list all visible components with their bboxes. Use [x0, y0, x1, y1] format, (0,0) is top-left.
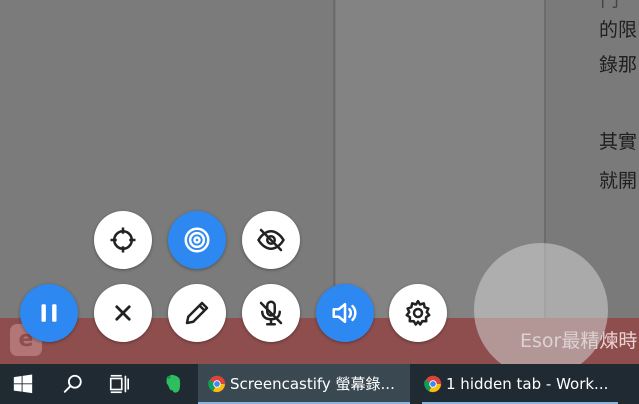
article-text-line: 其實 — [599, 131, 638, 153]
settings-button[interactable] — [389, 284, 447, 342]
article-text-partial: 冂 — [600, 0, 620, 11]
eye-off-icon — [257, 228, 285, 252]
article-text-line: 的限 — [599, 19, 638, 41]
taskbar-item-screencastify[interactable]: Screencastify 螢幕錄... — [198, 364, 410, 404]
highlight-clicks-button[interactable] — [168, 211, 226, 269]
crosshair-icon — [110, 227, 136, 253]
chrome-icon — [424, 375, 442, 393]
column-divider — [333, 0, 335, 318]
windows-start-icon — [13, 374, 33, 394]
spotlight-button[interactable] — [94, 211, 152, 269]
task-view-icon — [109, 374, 129, 394]
taskbar-search-button[interactable] — [50, 364, 96, 404]
microphone-toggle-button[interactable] — [242, 284, 300, 342]
taskbar-item-label: 1 hidden tab - Work... — [446, 375, 609, 393]
taskbar-item-workona[interactable]: 1 hidden tab - Work... — [414, 364, 626, 404]
cursor-highlight-circle — [474, 243, 608, 377]
volume-icon — [332, 303, 357, 323]
article-text-line: 就開 — [599, 170, 638, 192]
content-panel-left — [0, 0, 333, 318]
mic-off-icon — [259, 300, 283, 326]
evernote-icon — [166, 374, 181, 393]
draw-button[interactable] — [168, 284, 226, 342]
tab-audio-button[interactable] — [316, 284, 374, 342]
article-text-line: 錄那 — [599, 54, 638, 76]
search-icon — [63, 374, 82, 393]
pencil-icon — [185, 301, 209, 325]
cancel-recording-button[interactable] — [94, 284, 152, 342]
taskbar-item-label: Screencastify 螢幕錄... — [230, 375, 395, 393]
pause-icon — [41, 304, 57, 322]
close-icon — [115, 305, 131, 321]
chrome-icon — [208, 375, 226, 393]
pause-button[interactable] — [20, 284, 78, 342]
start-button[interactable] — [0, 364, 46, 404]
task-view-button[interactable] — [96, 364, 142, 404]
hide-cursor-button[interactable] — [242, 211, 300, 269]
gear-icon — [405, 299, 431, 326]
evernote-taskbar-button[interactable] — [150, 364, 196, 404]
target-icon — [184, 227, 210, 253]
